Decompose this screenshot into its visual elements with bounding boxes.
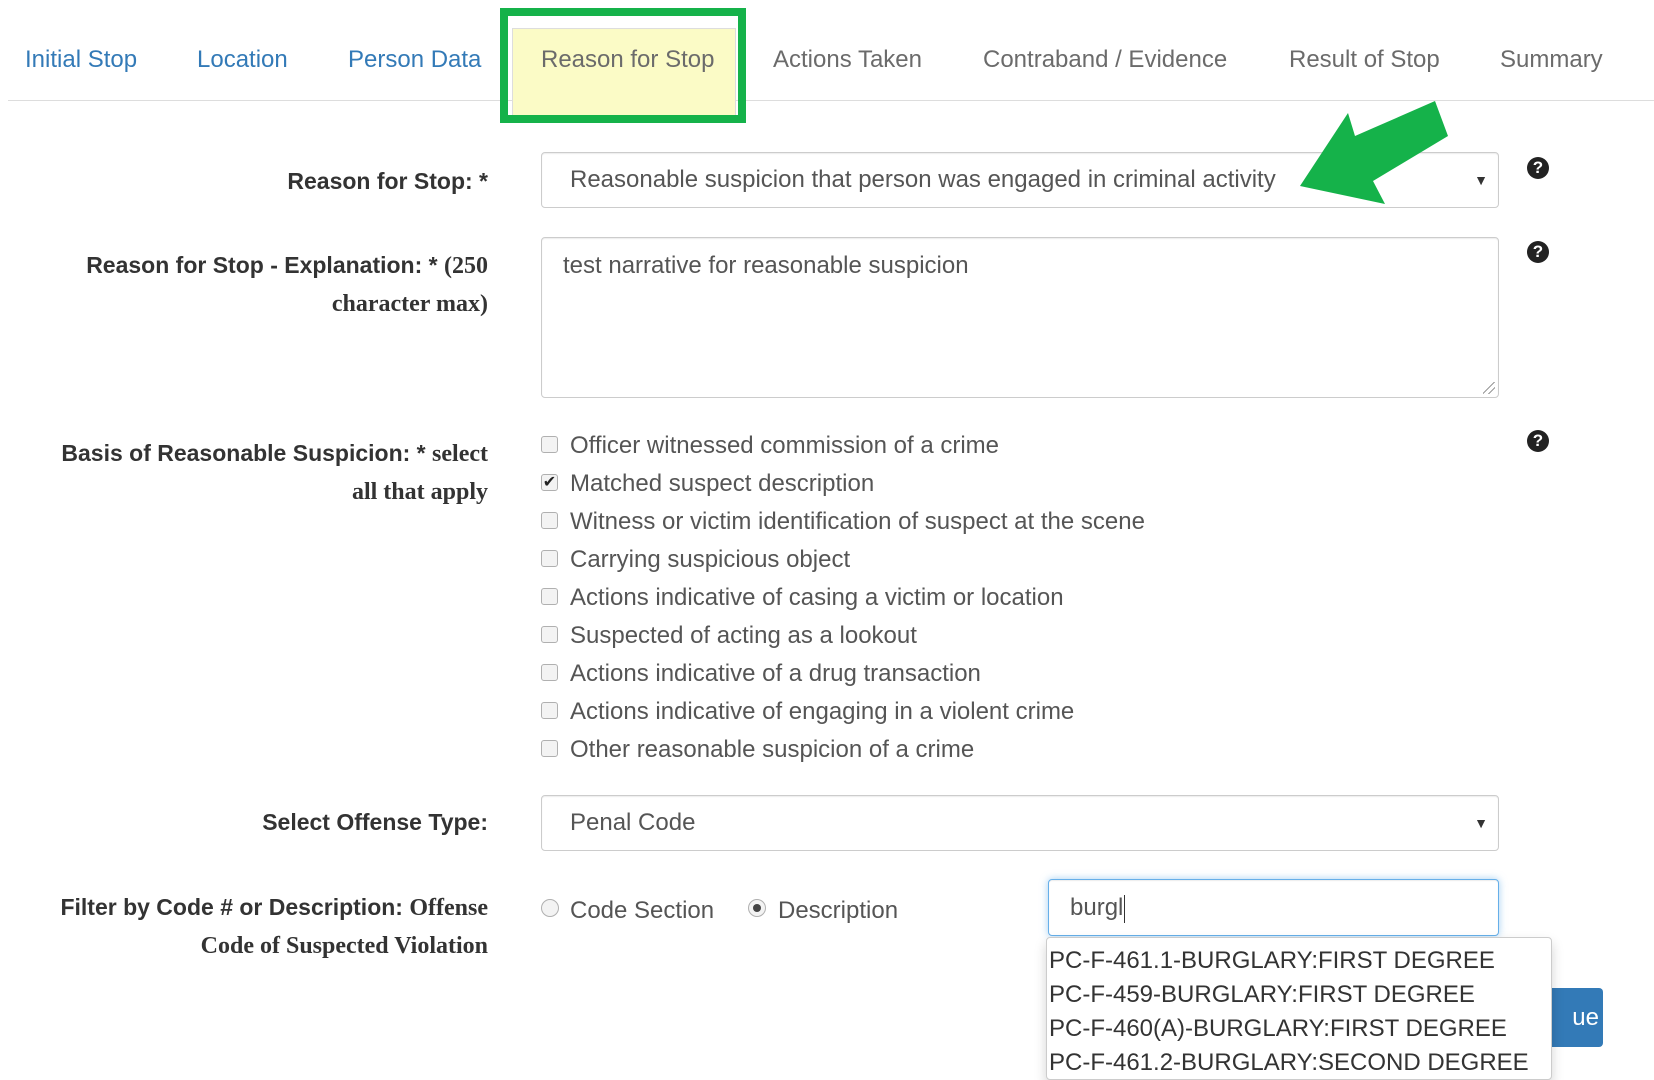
tab-summary[interactable]: Summary bbox=[1500, 46, 1603, 74]
offense-type-select[interactable]: Penal Code ▼ bbox=[541, 795, 1499, 851]
code-section-radio-label[interactable]: Code Section bbox=[570, 891, 714, 931]
checkbox-label: Matched suspect description bbox=[570, 470, 875, 497]
offense-type-label: Select Offense Type: bbox=[262, 809, 488, 835]
description-radio-label[interactable]: Description bbox=[778, 891, 898, 931]
resize-handle-icon[interactable] bbox=[1483, 382, 1495, 394]
checkbox-label: Actions indicative of casing a victim or… bbox=[570, 584, 1064, 611]
reason-label: Reason for Stop: * bbox=[287, 168, 488, 194]
checkbox[interactable] bbox=[541, 512, 558, 529]
checkbox[interactable] bbox=[541, 664, 558, 681]
filter-search-input[interactable]: burgl bbox=[1048, 879, 1499, 936]
tab-initial-stop[interactable]: Initial Stop bbox=[25, 46, 137, 74]
checkbox-label: Carrying suspicious object bbox=[570, 546, 851, 573]
checkbox[interactable] bbox=[541, 626, 558, 643]
checkbox[interactable] bbox=[541, 588, 558, 605]
autocomplete-option[interactable]: PC-F-461.1-BURGLARY:FIRST DEGREE bbox=[1049, 944, 1495, 978]
checkbox-label: Suspected of acting as a lookout bbox=[570, 622, 917, 649]
checkbox[interactable] bbox=[541, 550, 558, 567]
checkbox-label: Actions indicative of a drug transaction bbox=[570, 660, 981, 687]
checkbox-label: Actions indicative of engaging in a viol… bbox=[570, 698, 1075, 725]
explanation-text: test narrative for reasonable suspicion bbox=[563, 252, 969, 279]
checkbox-label: Other reasonable suspicion of a crime bbox=[570, 736, 975, 763]
highlight-box bbox=[500, 8, 746, 123]
text-cursor bbox=[1124, 894, 1126, 923]
description-radio[interactable] bbox=[748, 899, 766, 917]
autocomplete-dropdown: PC-F-461.1-BURGLARY:FIRST DEGREE PC-F-45… bbox=[1046, 937, 1552, 1080]
offense-type-selected-value: Penal Code bbox=[570, 809, 696, 836]
checkbox[interactable] bbox=[541, 436, 558, 453]
reason-selected-value: Reasonable suspicion that person was eng… bbox=[570, 166, 1276, 193]
chevron-down-icon: ▼ bbox=[1474, 172, 1488, 188]
checkbox-label: Witness or victim identification of susp… bbox=[570, 508, 1145, 535]
basis-label: Basis of Reasonable Suspicion: * select … bbox=[61, 440, 488, 505]
checkbox[interactable] bbox=[541, 740, 558, 757]
green-arrow-icon bbox=[1300, 101, 1448, 204]
code-section-radio[interactable] bbox=[541, 899, 559, 917]
filter-input-value: burgl bbox=[1070, 894, 1124, 921]
autocomplete-option[interactable]: PC-F-460(A)-BURGLARY:FIRST DEGREE bbox=[1049, 1012, 1507, 1046]
tab-person-data[interactable]: Person Data bbox=[348, 46, 481, 74]
help-icon[interactable]: ? bbox=[1527, 430, 1549, 452]
chevron-down-icon: ▼ bbox=[1474, 815, 1488, 831]
checkbox[interactable] bbox=[541, 702, 558, 719]
help-icon[interactable]: ? bbox=[1527, 241, 1549, 263]
explanation-textarea[interactable]: test narrative for reasonable suspicion bbox=[541, 237, 1499, 398]
tab-location[interactable]: Location bbox=[197, 46, 288, 74]
filter-label: Filter by Code # or Description: Offense… bbox=[60, 894, 488, 959]
tab-contraband-evidence[interactable]: Contraband / Evidence bbox=[983, 46, 1227, 74]
explanation-label: Reason for Stop - Explanation: * (250 ch… bbox=[86, 252, 488, 317]
autocomplete-option[interactable]: PC-F-459-BURGLARY:FIRST DEGREE bbox=[1049, 978, 1475, 1012]
checkbox[interactable]: ✔ bbox=[541, 474, 558, 491]
help-icon[interactable]: ? bbox=[1527, 157, 1549, 179]
autocomplete-option[interactable]: PC-F-461.2-BURGLARY:SECOND DEGREE bbox=[1049, 1046, 1529, 1079]
checkbox-label: Officer witnessed commission of a crime bbox=[570, 432, 1000, 459]
tab-actions-taken[interactable]: Actions Taken bbox=[773, 46, 922, 74]
tab-result-of-stop[interactable]: Result of Stop bbox=[1289, 46, 1440, 74]
